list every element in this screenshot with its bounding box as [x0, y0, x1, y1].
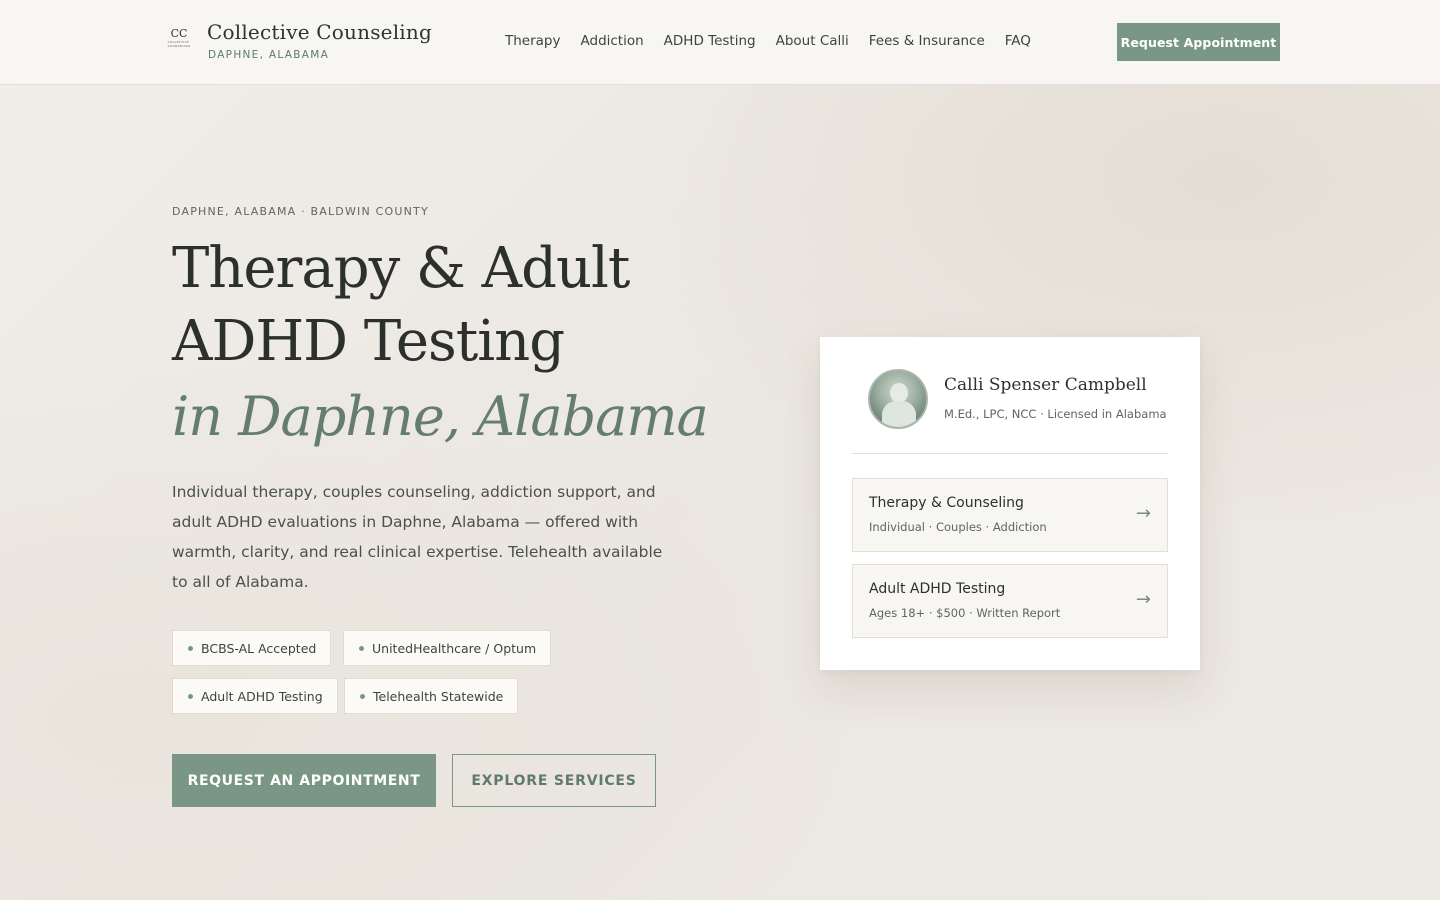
- tag-adult-adhd: Adult ADHD Testing: [172, 678, 338, 714]
- tag-label: Telehealth Statewide: [373, 688, 504, 704]
- tag-label: BCBS-AL Accepted: [201, 640, 317, 656]
- nav-faq[interactable]: FAQ: [1005, 33, 1031, 49]
- service-title: Adult ADHD Testing: [869, 581, 1006, 597]
- site-header: CC COLLECTIVE COUNSELING Collective Coun…: [0, 0, 1440, 85]
- clinician-credentials: M.Ed., LPC, NCC · Licensed in Alabama: [944, 407, 1167, 421]
- tag-label: UnitedHealthcare / Optum: [372, 640, 537, 656]
- hero-description: Individual therapy, couples counseling, …: [172, 483, 663, 591]
- nav-fees-insurance[interactable]: Fees & Insurance: [869, 33, 985, 49]
- avatar-body: [882, 401, 916, 427]
- bullet-dot-icon: [359, 645, 364, 651]
- logo-subtext: COLLECTIVE COUNSELING: [167, 40, 191, 48]
- request-appointment-button[interactable]: Request Appointment: [1117, 23, 1280, 61]
- nav-addiction[interactable]: Addiction: [581, 33, 644, 49]
- bullet-dot-icon: [188, 693, 193, 699]
- bullet-dot-icon: [188, 645, 193, 651]
- avatar-head: [890, 383, 908, 403]
- divider: [852, 453, 1168, 454]
- request-an-appointment-button[interactable]: Request an Appointment: [172, 754, 436, 807]
- service-title: Therapy & Counseling: [869, 495, 1024, 511]
- tag-bcbs: BCBS-AL Accepted: [172, 630, 332, 666]
- brand-location: DAPHNE, ALABAMA: [208, 49, 330, 61]
- hero-eyebrow: DAPHNE, ALABAMA · BALDWIN COUNTY: [172, 205, 429, 218]
- arrow-right-icon: →: [1135, 589, 1151, 610]
- logo-icon[interactable]: CC COLLECTIVE COUNSELING: [167, 27, 191, 56]
- bullet-dot-icon: [360, 693, 365, 699]
- nav-about-calli[interactable]: About Calli: [776, 33, 849, 49]
- clinician-card: Calli Spenser Campbell M.Ed., LPC, NCC ·…: [820, 337, 1200, 670]
- service-subtitle: Individual · Couples · Addiction: [869, 520, 1047, 534]
- service-link-adhd-testing[interactable]: Adult ADHD Testing Ages 18+ · $500 · Wri…: [852, 564, 1168, 638]
- arrow-right-icon: →: [1135, 503, 1151, 524]
- hero-title: Therapy & Adult ADHD Testing: [172, 232, 732, 378]
- tag-telehealth: Telehealth Statewide: [344, 678, 519, 714]
- hero-title-line1: Therapy & Adult: [172, 236, 630, 301]
- nav-therapy[interactable]: Therapy: [505, 33, 561, 49]
- explore-services-button[interactable]: Explore Services: [452, 754, 656, 807]
- brand-name[interactable]: Collective Counseling: [207, 20, 432, 44]
- logo-monogram: CC: [170, 27, 188, 40]
- nav-adhd-testing[interactable]: ADHD Testing: [664, 33, 756, 49]
- tag-label: Adult ADHD Testing: [201, 688, 323, 704]
- service-link-therapy[interactable]: Therapy & Counseling Individual · Couple…: [852, 478, 1168, 552]
- main-nav: Therapy Addiction ADHD Testing About Cal…: [505, 33, 1051, 49]
- hero-title-italic: in Daphne, Alabama: [172, 385, 709, 448]
- clinician-name: Calli Spenser Campbell: [944, 375, 1147, 395]
- avatar: [868, 369, 928, 429]
- tag-unitedhealthcare: UnitedHealthcare / Optum: [343, 630, 552, 666]
- hero-title-line2: ADHD Testing: [172, 309, 565, 374]
- service-subtitle: Ages 18+ · $500 · Written Report: [869, 606, 1061, 620]
